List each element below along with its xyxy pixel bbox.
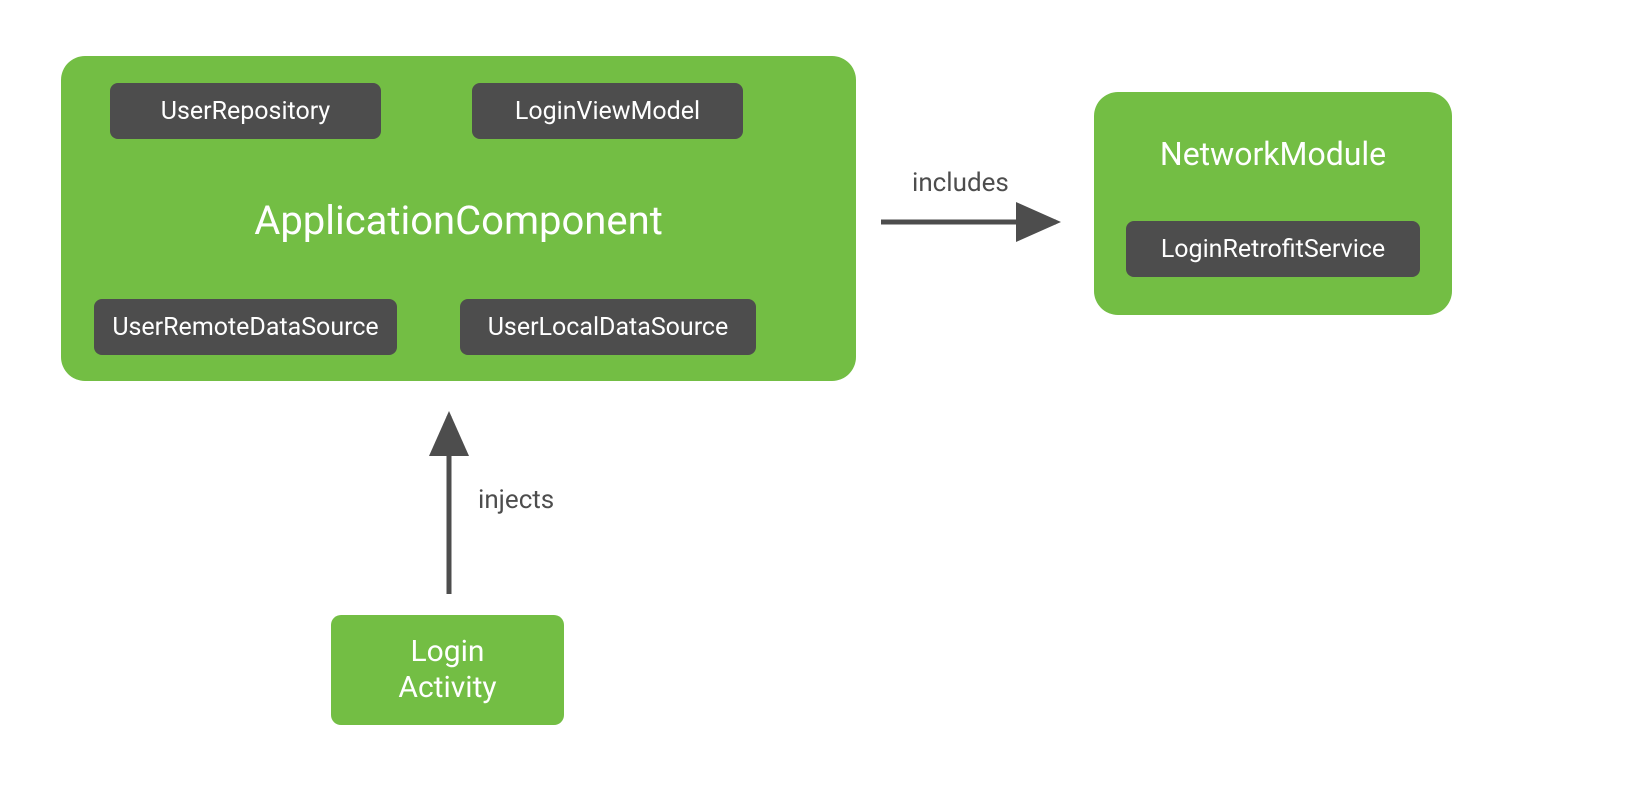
user-repository-chip: UserRepository (110, 83, 381, 139)
login-view-model-label: LoginViewModel (515, 97, 700, 126)
login-retrofit-service-label: LoginRetrofitService (1161, 235, 1385, 264)
user-remote-data-source-chip: UserRemoteDataSource (94, 299, 397, 355)
login-activity-text: Login Activity (398, 634, 496, 706)
user-local-data-source-chip: UserLocalDataSource (460, 299, 756, 355)
network-module-title-text: NetworkModule (1160, 135, 1386, 173)
injects-arrow-icon (437, 404, 467, 604)
application-component-title-text: ApplicationComponent (254, 197, 663, 244)
login-activity-box: Login Activity (331, 615, 564, 725)
includes-label: includes (912, 168, 1009, 198)
user-local-data-source-label: UserLocalDataSource (488, 313, 729, 342)
login-view-model-chip: LoginViewModel (472, 83, 743, 139)
includes-arrow-icon (881, 210, 1071, 240)
injects-label: injects (478, 485, 554, 515)
user-remote-data-source-label: UserRemoteDataSource (112, 313, 378, 342)
login-activity-line1: Login (411, 634, 485, 669)
includes-label-text: includes (912, 168, 1009, 198)
user-repository-label: UserRepository (161, 97, 331, 126)
login-retrofit-service-chip: LoginRetrofitService (1126, 221, 1420, 277)
network-module-box (1094, 92, 1452, 315)
injects-label-text: injects (478, 485, 554, 515)
application-component-title: ApplicationComponent (61, 197, 856, 244)
network-module-title: NetworkModule (1094, 135, 1452, 173)
login-activity-line2: Activity (398, 670, 496, 705)
